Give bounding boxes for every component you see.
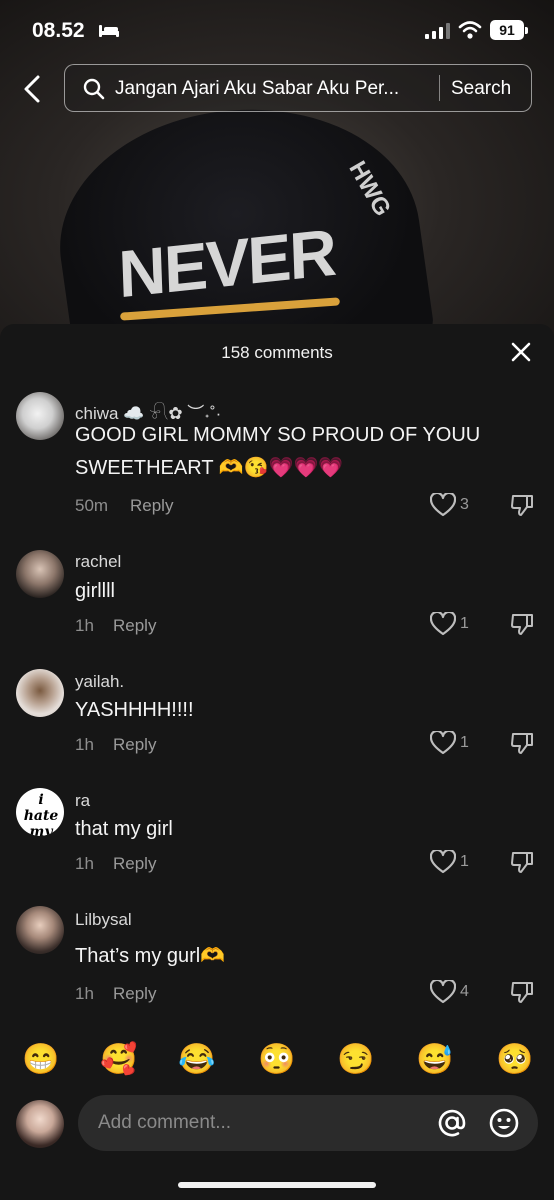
search-button[interactable]: Search bbox=[451, 78, 511, 100]
battery-indicator: 91 bbox=[490, 20, 528, 40]
comment-text: YASHHHH!!!! bbox=[75, 699, 194, 721]
emoji-picker-icon[interactable] bbox=[488, 1107, 520, 1139]
thumbs-down-icon[interactable] bbox=[510, 731, 534, 755]
search-icon bbox=[83, 78, 105, 100]
thumbs-down-icon[interactable] bbox=[510, 493, 534, 517]
comment-username[interactable]: ra bbox=[75, 791, 90, 811]
back-arrow-icon[interactable] bbox=[18, 72, 48, 106]
home-indicator bbox=[178, 1182, 376, 1188]
reply-button[interactable]: Reply bbox=[113, 735, 156, 755]
search-bar[interactable]: Jangan Ajari Aku Sabar Aku Per... Search bbox=[64, 64, 532, 112]
like-count: 3 bbox=[460, 496, 469, 513]
my-avatar[interactable] bbox=[16, 1100, 64, 1148]
comment-placeholder: Add comment... bbox=[98, 1112, 232, 1133]
bed-icon bbox=[99, 25, 119, 37]
comment-time: 50m bbox=[75, 496, 109, 515]
reply-button[interactable]: Reply bbox=[113, 854, 156, 874]
comment-text: That’s my gurl🫶 bbox=[75, 945, 226, 967]
search-query-text[interactable]: Jangan Ajari Aku Sabar Aku Per... bbox=[115, 78, 445, 100]
signal-icon bbox=[425, 23, 450, 39]
quick-emoji-joy[interactable]: 😂 bbox=[178, 1040, 215, 1080]
reply-button[interactable]: Reply bbox=[113, 616, 156, 636]
like-count: 4 bbox=[460, 983, 469, 1000]
comment-username[interactable]: Lilbysal bbox=[75, 910, 132, 930]
avatar[interactable] bbox=[16, 392, 64, 440]
comment-text: GOOD GIRL MOMMY SO PROUD OF YOUU SWEETHE… bbox=[75, 424, 481, 479]
avatar[interactable]: i hate my life bbox=[16, 788, 64, 836]
status-bar: 08.52 91 bbox=[0, 0, 554, 60]
add-comment-input[interactable]: Add comment... bbox=[78, 1095, 538, 1151]
heart-icon[interactable] bbox=[430, 493, 456, 517]
comment-username[interactable]: yailah. bbox=[75, 672, 124, 692]
thumbs-down-icon[interactable] bbox=[510, 980, 534, 1004]
thumbs-down-icon[interactable] bbox=[510, 850, 534, 874]
comment-text: girllll bbox=[75, 580, 115, 602]
heart-icon[interactable] bbox=[430, 980, 456, 1004]
avatar[interactable] bbox=[16, 669, 64, 717]
quick-emoji-pleading[interactable]: 🥺 bbox=[496, 1040, 533, 1080]
heart-icon[interactable] bbox=[430, 731, 456, 755]
avatar-text: i hate my life bbox=[23, 792, 59, 836]
like-count: 1 bbox=[460, 734, 469, 751]
avatar[interactable] bbox=[16, 550, 64, 598]
heart-icon[interactable] bbox=[430, 612, 456, 636]
thumbs-down-icon[interactable] bbox=[510, 612, 534, 636]
comment-time: 1h bbox=[75, 616, 94, 635]
comment-time: 1h bbox=[75, 984, 94, 1003]
like-count: 1 bbox=[460, 615, 469, 632]
quick-emoji-row: 😁 🥰 😂 😳 😏 😅 🥺 bbox=[0, 1040, 554, 1080]
avatar[interactable] bbox=[16, 906, 64, 954]
reply-button[interactable]: Reply bbox=[130, 496, 173, 516]
comment-time: 1h bbox=[75, 854, 94, 873]
like-count: 1 bbox=[460, 853, 469, 870]
comment-text: that my girl bbox=[75, 818, 173, 840]
wifi-icon bbox=[458, 21, 482, 39]
quick-emoji-sweat-smile[interactable]: 😅 bbox=[416, 1040, 453, 1080]
quick-emoji-smirk[interactable]: 😏 bbox=[337, 1040, 374, 1080]
comments-count-title: 158 comments bbox=[221, 343, 333, 362]
status-time: 08.52 bbox=[32, 19, 85, 42]
quick-emoji-grin[interactable]: 😁 bbox=[22, 1040, 59, 1080]
reply-button[interactable]: Reply bbox=[113, 984, 156, 1004]
quick-emoji-flushed[interactable]: 😳 bbox=[258, 1040, 295, 1080]
quick-emoji-hearts-face[interactable]: 🥰 bbox=[100, 1040, 137, 1080]
mention-at-icon[interactable] bbox=[436, 1107, 468, 1139]
search-divider bbox=[439, 75, 440, 101]
comment-username[interactable]: rachel bbox=[75, 552, 121, 572]
comment-time: 1h bbox=[75, 735, 94, 754]
close-icon[interactable] bbox=[510, 341, 532, 363]
heart-icon[interactable] bbox=[430, 850, 456, 874]
